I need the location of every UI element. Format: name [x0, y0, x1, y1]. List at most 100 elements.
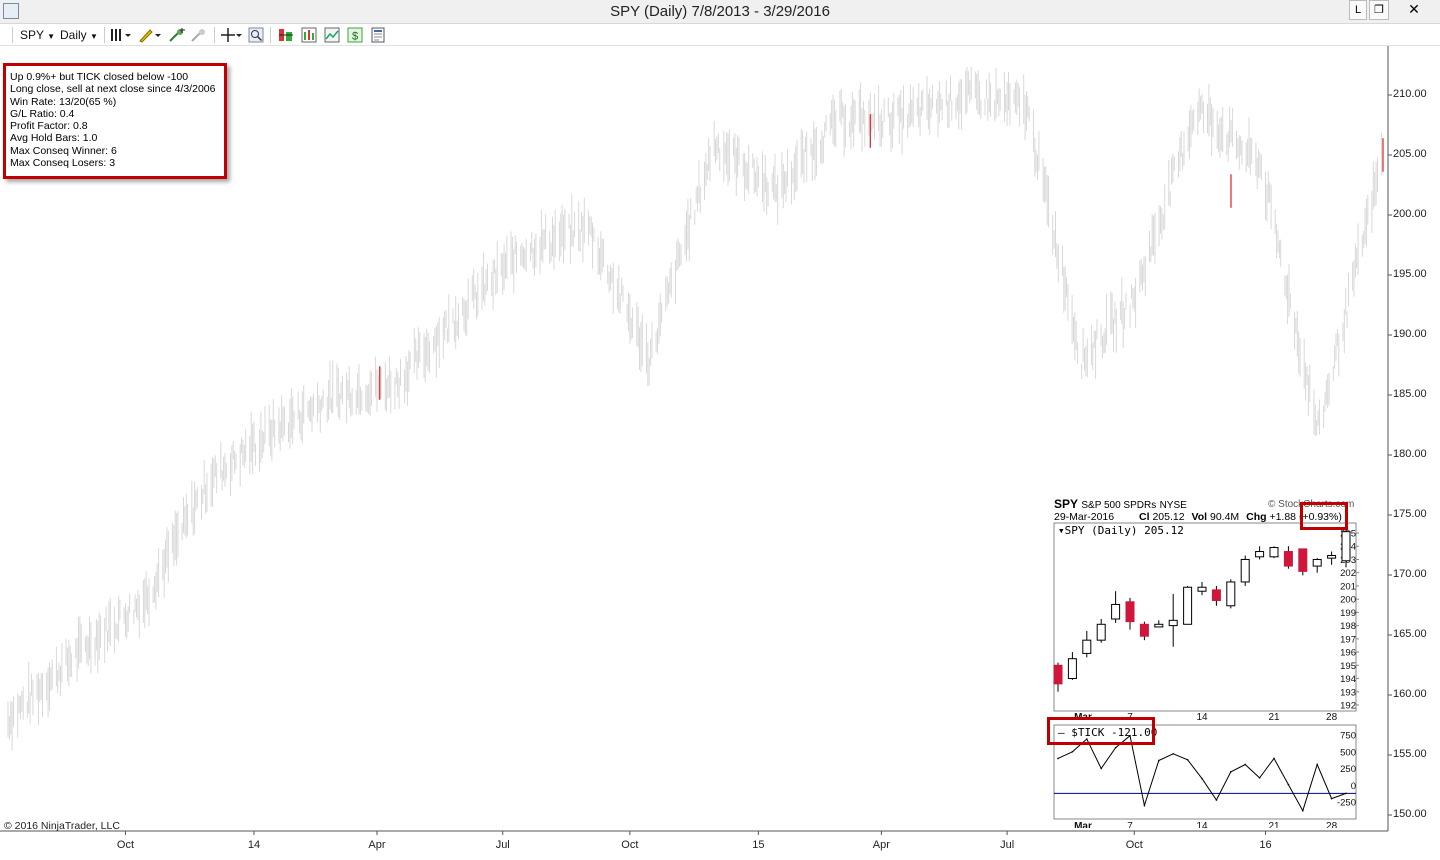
- tick-point: [1143, 804, 1146, 807]
- tick-point: [1114, 746, 1117, 749]
- x-tick-label: Oct: [1125, 839, 1143, 851]
- inset-y-label: 192: [1340, 701, 1356, 712]
- tick-point: [1258, 777, 1261, 779]
- tick-point: [1071, 750, 1074, 753]
- bars-type-icon[interactable]: [110, 27, 132, 43]
- y-tick-label: 180.00: [1393, 448, 1427, 460]
- candle-body: [1111, 603, 1121, 620]
- stats-line: G/L Ratio: 0.4: [10, 107, 75, 120]
- inset-stockcharts-image: SPY S&P 500 SPDRs NYSE © StockCharts.com…: [1050, 495, 1360, 828]
- strategy-stats-box: Up 0.9%+ but TICK closed below -100 Long…: [3, 63, 227, 179]
- chevron-down-icon: ▼: [90, 32, 98, 41]
- inset-y-label: 199: [1340, 608, 1356, 619]
- tick-point: [1158, 759, 1160, 762]
- change-highlight-box: [1300, 502, 1348, 530]
- inset-x-label: 21: [1268, 712, 1280, 723]
- candle-body: [1226, 581, 1236, 607]
- inset-tick-y-label: 250: [1340, 764, 1356, 775]
- y-tick-label: 170.00: [1393, 568, 1427, 580]
- tick-highlight-box: [1047, 717, 1155, 745]
- tick-point: [1244, 763, 1246, 766]
- tick-point: [1230, 771, 1232, 773]
- y-tick-label: 185.00: [1393, 388, 1427, 400]
- strategy-icon[interactable]: [278, 27, 294, 43]
- inset-y-label: 201: [1340, 581, 1356, 592]
- instrument-label: SPY: [20, 28, 44, 42]
- inset-x-label: 28: [1326, 712, 1338, 723]
- x-tick-label: Jul: [1000, 839, 1015, 851]
- inset-y-label: 202: [1340, 568, 1356, 579]
- stats-line: Win Rate: 13/20(65 %): [10, 95, 117, 108]
- title-bar: SPY (Daily) 7/8/2013 - 3/29/2016 L ❐ ✕: [0, 0, 1440, 24]
- x-tick-label: 15: [752, 839, 765, 851]
- chart-template-icon[interactable]: [324, 27, 340, 43]
- inset-tick-x-label: Mar: [1074, 821, 1092, 828]
- inset-y-label: 196: [1340, 648, 1356, 659]
- candle-body: [1197, 586, 1207, 592]
- candle-body: [1283, 551, 1293, 567]
- candle-body: [1082, 639, 1092, 654]
- inset-tick-x-label: 7: [1127, 821, 1133, 828]
- inset-tick-x-label: 14: [1196, 821, 1208, 828]
- candle-body: [1327, 554, 1337, 559]
- dollar-icon[interactable]: $: [347, 27, 363, 43]
- x-tick-label: Oct: [116, 839, 135, 851]
- stats-line: Up 0.9%+ but TICK closed below -100: [10, 71, 189, 83]
- inset-y-label: 194: [1340, 674, 1356, 685]
- inset-price-panel: [1053, 522, 1357, 712]
- candle-body: [1255, 551, 1265, 558]
- restore-button[interactable]: ❐: [1369, 0, 1389, 20]
- tick-point: [1172, 752, 1174, 755]
- tick-point: [1057, 757, 1059, 760]
- add-indicator-icon[interactable]: [168, 27, 186, 43]
- tick-point: [1215, 799, 1218, 801]
- y-tick-label: 165.00: [1393, 628, 1427, 640]
- y-tick-label: 175.00: [1393, 508, 1427, 520]
- inset-y-label: 197: [1340, 634, 1356, 645]
- inset-y-label: 200: [1340, 595, 1356, 606]
- x-tick-label: Jul: [495, 839, 510, 851]
- tick-point: [1273, 757, 1275, 760]
- x-tick-label: 16: [1259, 839, 1272, 851]
- tick-point: [1201, 777, 1203, 780]
- y-tick-label: 155.00: [1393, 748, 1427, 760]
- copyright-notice: © 2016 NinjaTrader, LLC: [4, 820, 120, 832]
- remove-indicator-icon[interactable]: [190, 27, 208, 43]
- drawing-tool-icon[interactable]: [138, 27, 162, 43]
- candle-body: [1154, 623, 1164, 628]
- properties-icon[interactable]: [370, 27, 386, 43]
- inset-chart: ▾SPY (Daily) 205.12205204203202201200199…: [1053, 522, 1359, 828]
- inset-tick-y-label: 750: [1340, 731, 1356, 742]
- inset-tick-x-label: 28: [1326, 821, 1338, 828]
- chart-data-icon[interactable]: [301, 27, 317, 43]
- zoom-icon[interactable]: [248, 27, 264, 43]
- tick-point: [1316, 763, 1318, 766]
- inset-y-label: 195: [1340, 661, 1356, 672]
- stats-line: Max Conseq Winner: 6: [10, 144, 117, 157]
- y-tick-label: 210.00: [1393, 88, 1427, 100]
- candle-body: [1139, 623, 1149, 637]
- tick-point: [1100, 767, 1102, 770]
- inset-tick-y-label: 0: [1351, 781, 1356, 792]
- toolbar-separator: [104, 27, 105, 43]
- stats-line: Avg Hold Bars: 1.0: [10, 132, 98, 145]
- inset-y-label: 198: [1340, 621, 1356, 632]
- svg-text:$: $: [352, 31, 358, 43]
- tick-point: [1186, 758, 1189, 761]
- stats-line: Max Conseq Losers: 3: [10, 157, 116, 170]
- interval-selector[interactable]: Daily ▼: [60, 28, 98, 42]
- chevron-down-icon: ▼: [47, 32, 56, 41]
- tick-point: [1330, 797, 1333, 800]
- x-tick-label: 14: [247, 839, 261, 851]
- y-tick-label: 150.00: [1393, 808, 1427, 820]
- candle-body: [1096, 623, 1106, 641]
- chart-toolbar: SPY ▼ Daily ▼ $: [0, 24, 1440, 46]
- minimize-button[interactable]: L: [1349, 0, 1367, 20]
- candle-body: [1298, 548, 1308, 572]
- crosshair-icon[interactable]: [220, 27, 242, 43]
- toolbar-separator: [270, 27, 271, 43]
- stats-line: Profit Factor: 0.8: [10, 120, 88, 133]
- candle-body: [1269, 547, 1279, 558]
- instrument-selector[interactable]: SPY ▼: [20, 28, 55, 42]
- close-button[interactable]: ✕: [1391, 0, 1437, 20]
